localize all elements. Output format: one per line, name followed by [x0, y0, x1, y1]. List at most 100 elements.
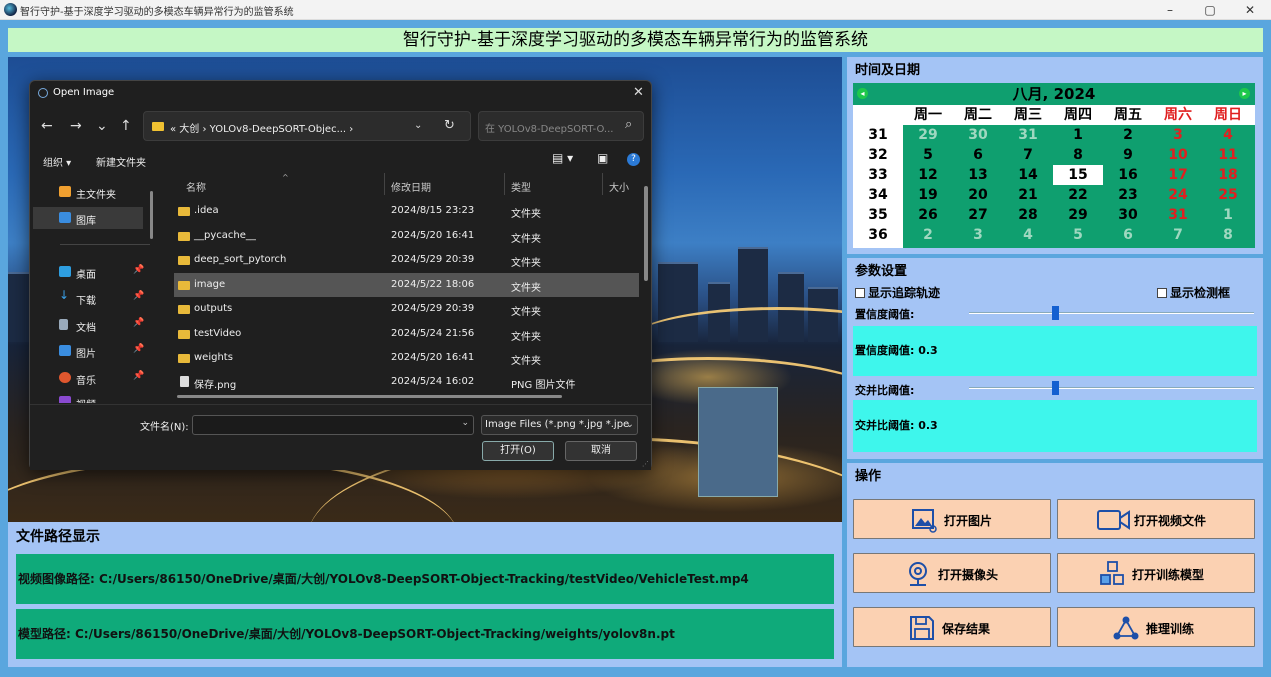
calendar-day[interactable]: 13 [953, 165, 1003, 185]
calendar-day[interactable]: 6 [953, 145, 1003, 165]
calendar-day[interactable]: 14 [1003, 165, 1053, 185]
back-arrow-icon[interactable]: ← [41, 118, 53, 134]
search-icon[interactable]: ⌕ [625, 117, 632, 132]
address-bar[interactable]: « 大创 › YOLOv8-DeepSORT-Objec... › ⌄ ↻ [143, 111, 471, 141]
calendar-day[interactable]: 3 [1153, 125, 1203, 145]
search-box[interactable]: 在 YOLOv8-DeepSORT-O... ⌕ [478, 111, 644, 141]
calendar-day[interactable]: 31 [1003, 125, 1053, 145]
calendar-day[interactable]: 29 [1053, 205, 1103, 225]
sidebar-item-music[interactable]: 音乐 📌 [33, 367, 144, 389]
calendar-day[interactable]: 8 [1203, 225, 1253, 245]
minimize-button[interactable]: – [1155, 1, 1185, 19]
sidebar-item-downloads[interactable]: ↓ 下载 📌 [33, 287, 144, 309]
chevron-down-icon[interactable]: ⌄ [626, 419, 634, 430]
open-video-button[interactable]: 打开视频文件 [1057, 499, 1255, 539]
organize-menu[interactable]: 组织 ▾ [43, 154, 71, 169]
calendar-day[interactable]: 17 [1153, 165, 1203, 185]
sidebar-scrollbar[interactable] [150, 191, 153, 239]
calendar-day[interactable]: 12 [903, 165, 953, 185]
calendar-day[interactable]: 23 [1103, 185, 1153, 205]
calendar-day[interactable]: 6 [1103, 225, 1153, 245]
save-result-button[interactable]: 保存结果 [853, 607, 1051, 647]
column-type[interactable]: 类型 [511, 179, 531, 194]
checkbox-icon[interactable] [855, 288, 865, 298]
maximize-button[interactable]: ▢ [1195, 1, 1225, 19]
sidebar-item-gallery[interactable]: 图库 [33, 207, 143, 229]
show-track-checkbox[interactable]: 显示追踪轨迹 [855, 284, 940, 301]
calendar-day[interactable]: 5 [1053, 225, 1103, 245]
calendar-day[interactable]: 18 [1203, 165, 1253, 185]
sidebar-item-home[interactable]: 主文件夹 [33, 181, 143, 203]
view-options-icon[interactable]: ▤ ▾ [552, 151, 573, 165]
prev-month-icon[interactable]: ◂ [857, 88, 868, 99]
conf-slider-handle[interactable] [1051, 306, 1059, 320]
column-size[interactable]: 大小 [609, 179, 629, 194]
checkbox-icon[interactable] [1157, 288, 1167, 298]
history-dropdown-icon[interactable]: ⌄ [96, 118, 108, 134]
calendar-day[interactable]: 26 [903, 205, 953, 225]
filetype-select[interactable]: Image Files (*.png *.jpg *.jpe ⌄ [481, 415, 638, 435]
open-button[interactable]: 打开(O) [482, 441, 554, 461]
iou-slider[interactable] [969, 387, 1254, 389]
calendar-day[interactable]: 10 [1153, 145, 1203, 165]
calendar-day[interactable]: 7 [1003, 145, 1053, 165]
calendar-day[interactable]: 5 [903, 145, 953, 165]
chevron-down-icon[interactable]: ⌄ [461, 418, 469, 428]
infer-train-button[interactable]: 推理训练 [1057, 607, 1255, 647]
refresh-icon[interactable]: ↻ [444, 118, 455, 133]
next-month-icon[interactable]: ▸ [1239, 88, 1250, 99]
calendar-day[interactable]: 27 [953, 205, 1003, 225]
resize-grip-icon[interactable]: ⋰ [642, 460, 649, 468]
sidebar-item-pictures[interactable]: 图片 📌 [33, 340, 144, 362]
cancel-button[interactable]: 取消 [565, 441, 637, 461]
calendar[interactable]: 八月, 2024 ◂ ▸ 周一 周二 周三 周四 周五 周六 周日 31 29 30 31 1 2 3 4 3… [853, 83, 1255, 248]
calendar-day[interactable]: 19 [903, 185, 953, 205]
file-row[interactable]: testVideo 2024/5/24 21:56 文件夹 [174, 322, 639, 346]
calendar-day[interactable]: 24 [1153, 185, 1203, 205]
calendar-day[interactable]: 29 [903, 125, 953, 145]
column-date[interactable]: 修改日期 [391, 179, 431, 194]
calendar-day-today[interactable]: 15 [1053, 165, 1103, 185]
calendar-day[interactable]: 16 [1103, 165, 1153, 185]
calendar-day[interactable]: 22 [1053, 185, 1103, 205]
filename-input[interactable]: ⌄ [192, 415, 474, 435]
iou-slider-handle[interactable] [1051, 381, 1059, 395]
calendar-day[interactable]: 2 [1103, 125, 1153, 145]
calendar-day[interactable]: 11 [1203, 145, 1253, 165]
file-list-hscrollbar[interactable] [177, 395, 562, 398]
open-camera-button[interactable]: 打开摄像头 [853, 553, 1051, 593]
calendar-day[interactable]: 4 [1003, 225, 1053, 245]
file-row[interactable]: weights 2024/5/20 16:41 文件夹 [174, 346, 639, 370]
chevron-down-icon[interactable]: ⌄ [414, 120, 422, 131]
calendar-day[interactable]: 7 [1153, 225, 1203, 245]
calendar-day[interactable]: 4 [1203, 125, 1253, 145]
file-row[interactable]: outputs 2024/5/29 20:39 文件夹 [174, 297, 639, 321]
open-image-button[interactable]: 打开图片 [853, 499, 1051, 539]
calendar-day[interactable]: 28 [1003, 205, 1053, 225]
calendar-day[interactable]: 3 [953, 225, 1003, 245]
new-folder-button[interactable]: 新建文件夹 [96, 154, 146, 169]
calendar-day[interactable]: 20 [953, 185, 1003, 205]
help-icon[interactable]: ? [627, 153, 640, 166]
calendar-day[interactable]: 25 [1203, 185, 1253, 205]
calendar-day[interactable]: 30 [953, 125, 1003, 145]
file-row[interactable]: 保存.png 2024/5/24 16:02 PNG 图片文件 [174, 370, 639, 394]
calendar-day[interactable]: 2 [903, 225, 953, 245]
sidebar-item-videos[interactable]: 视频 [33, 391, 143, 403]
calendar-day[interactable]: 30 [1103, 205, 1153, 225]
forward-arrow-icon[interactable]: → [70, 118, 82, 134]
sidebar-item-desktop[interactable]: 桌面 📌 [33, 261, 144, 283]
conf-slider[interactable] [969, 312, 1254, 314]
calendar-day[interactable]: 1 [1203, 205, 1253, 225]
file-row-selected[interactable]: image 2024/5/22 18:06 文件夹 [174, 273, 639, 297]
preview-pane-icon[interactable]: ▣ [597, 151, 608, 165]
file-row[interactable]: .idea 2024/8/15 23:23 文件夹 [174, 199, 639, 223]
open-model-button[interactable]: 打开训练模型 [1057, 553, 1255, 593]
close-window-button[interactable]: ✕ [1235, 1, 1265, 19]
calendar-day[interactable]: 31 [1153, 205, 1203, 225]
calendar-day[interactable]: 1 [1053, 125, 1103, 145]
calendar-day[interactable]: 8 [1053, 145, 1103, 165]
file-row[interactable]: __pycache__ 2024/5/20 16:41 文件夹 [174, 224, 639, 248]
sidebar-item-documents[interactable]: 文档 📌 [33, 314, 144, 336]
dialog-close-icon[interactable]: ✕ [633, 85, 644, 100]
